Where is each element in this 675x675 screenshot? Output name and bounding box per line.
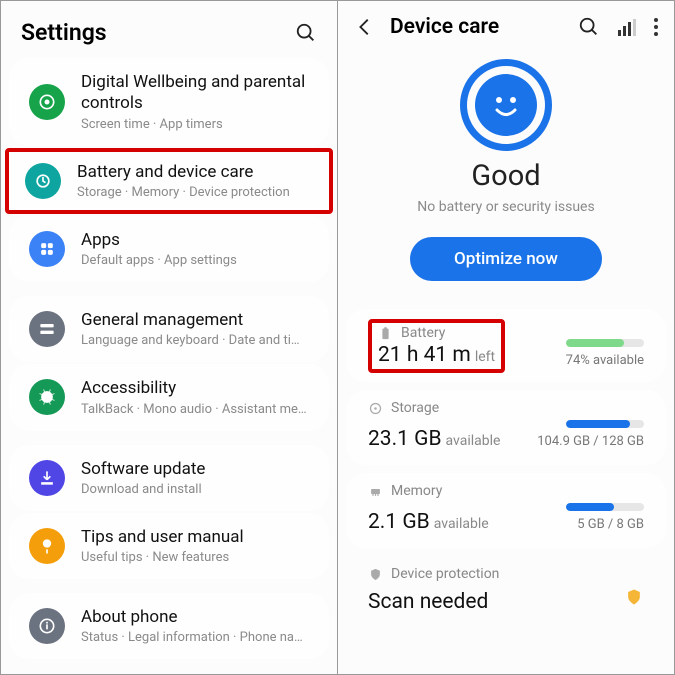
item-icon <box>29 608 65 644</box>
storage-icon <box>368 401 383 416</box>
device-care-title: Device care <box>390 15 564 39</box>
item-label: Battery and device care <box>77 162 290 183</box>
item-icon <box>25 163 61 199</box>
item-icon <box>29 460 65 496</box>
search-icon[interactable] <box>295 22 317 44</box>
item-icon <box>29 379 65 415</box>
storage-value: 23.1 GB <box>368 427 442 451</box>
item-label: Apps <box>81 230 237 251</box>
battery-metric[interactable]: Battery 21 h 41 mleft 74% available <box>346 309 666 382</box>
memory-label: Memory <box>391 483 442 499</box>
memory-value: 2.1 GB <box>368 510 430 534</box>
battery-pct: 74% available <box>566 353 644 368</box>
settings-item-7[interactable]: About phone Status · Legal information · … <box>9 593 329 659</box>
item-icon <box>29 311 65 347</box>
memory-unit: available <box>434 516 489 532</box>
warning-shield-icon <box>624 586 644 608</box>
memory-right: 5 GB / 8 GB <box>566 517 644 532</box>
settings-item-6[interactable]: Tips and user manual Useful tips · New fe… <box>9 513 329 579</box>
device-care-panel: Device care Good No battery or security … <box>338 1 674 674</box>
device-care-header: Device care <box>338 1 674 49</box>
item-sub: Useful tips · New features <box>81 550 244 565</box>
item-sub: Language and keyboard · Date and time <box>81 333 309 348</box>
item-label: Software update <box>81 459 205 480</box>
storage-unit: available <box>446 433 501 449</box>
item-label: Accessibility <box>81 378 309 399</box>
item-sub: Download and install <box>81 482 205 497</box>
item-sub: Default apps · App settings <box>81 253 237 268</box>
item-label: Tips and user manual <box>81 527 244 548</box>
search-icon[interactable] <box>578 16 600 38</box>
item-icon <box>29 231 65 267</box>
settings-title: Settings <box>21 19 107 46</box>
memory-icon <box>368 484 383 499</box>
item-icon <box>29 528 65 564</box>
status-smiley-icon <box>460 59 552 151</box>
status-subtitle: No battery or security issues <box>338 199 674 215</box>
battery-label: Battery <box>401 325 445 341</box>
memory-metric[interactable]: Memory 2.1 GBavailable 5 GB / 8 GB <box>346 473 666 548</box>
item-label: About phone <box>81 607 309 628</box>
item-label: General management <box>81 310 309 331</box>
storage-right: 104.9 GB / 128 GB <box>537 434 644 449</box>
protection-label: Device protection <box>391 566 499 582</box>
battery-bar <box>566 339 624 347</box>
battery-unit: left <box>475 349 495 365</box>
status-block: Good No battery or security issues <box>338 159 674 223</box>
storage-bar <box>566 420 630 428</box>
storage-label: Storage <box>391 400 439 416</box>
shield-icon <box>368 567 383 582</box>
storage-metric[interactable]: Storage 23.1 GBavailable 104.9 GB / 128 … <box>346 390 666 465</box>
item-sub: TalkBack · Mono audio · Assistant menu <box>81 402 309 417</box>
item-icon <box>29 84 65 120</box>
signal-icon <box>618 18 636 36</box>
item-sub: Storage · Memory · Device protection <box>77 185 290 200</box>
item-sub: Screen time · App timers <box>81 117 309 132</box>
settings-item-4[interactable]: Accessibility TalkBack · Mono audio · Ass… <box>9 364 329 430</box>
more-icon[interactable] <box>654 18 658 36</box>
battery-icon <box>378 326 393 341</box>
protection-value: Scan needed <box>368 590 488 614</box>
status-title: Good <box>338 159 674 193</box>
item-sub: Status · Legal information · Phone name <box>81 630 309 645</box>
settings-panel: Settings Digital Wellbeing and parental … <box>1 1 337 674</box>
settings-item-1[interactable]: Battery and device care Storage · Memory … <box>5 148 333 214</box>
settings-header: Settings <box>1 1 337 56</box>
battery-value: 21 h 41 m <box>378 343 471 367</box>
settings-item-5[interactable]: Software update Download and install <box>9 445 329 511</box>
protection-metric[interactable]: Device protection Scan needed <box>346 556 666 628</box>
item-label: Digital Wellbeing and parental controls <box>81 72 309 115</box>
optimize-button[interactable]: Optimize now <box>410 237 602 281</box>
back-icon[interactable] <box>354 16 376 38</box>
settings-item-3[interactable]: General management Language and keyboard … <box>9 296 329 362</box>
settings-item-0[interactable]: Digital Wellbeing and parental controls S… <box>9 58 329 146</box>
settings-item-2[interactable]: Apps Default apps · App settings <box>9 216 329 282</box>
memory-bar <box>566 503 614 511</box>
